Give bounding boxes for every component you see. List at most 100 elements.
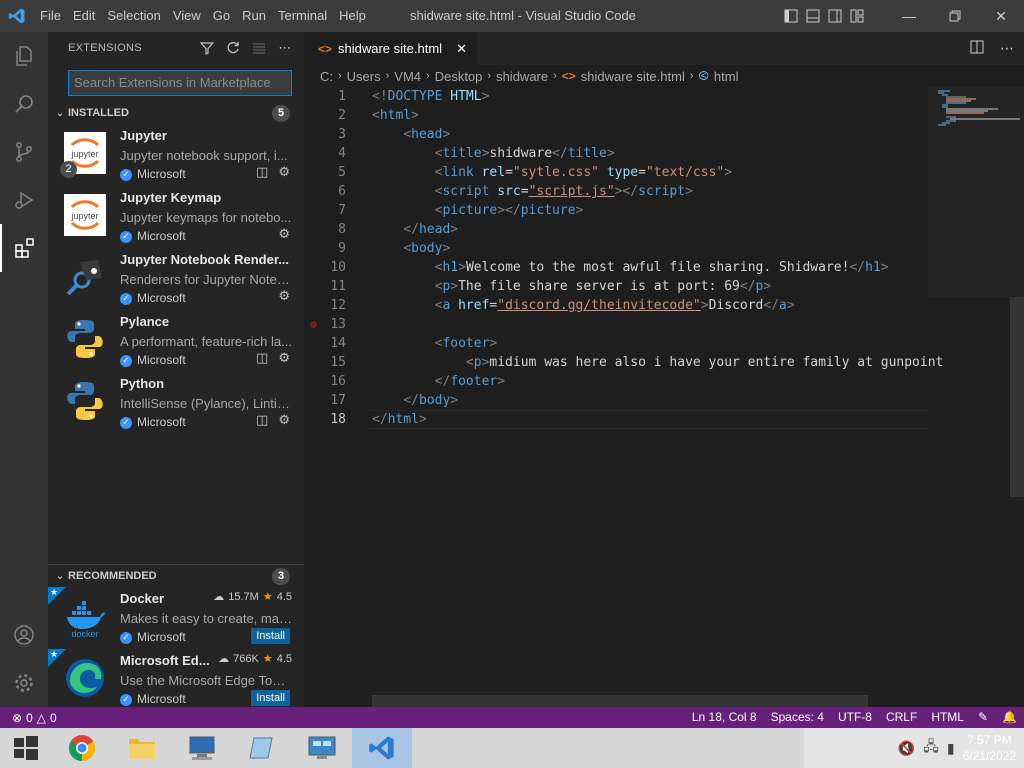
menu-file[interactable]: File: [34, 0, 67, 32]
extension-item-pylance[interactable]: Pylance A performant, feature-rich la...…: [48, 310, 304, 372]
volume-muted-icon[interactable]: 🔇: [898, 740, 915, 757]
install-button[interactable]: Install: [251, 628, 290, 644]
control-panel-icon[interactable]: [292, 728, 352, 768]
breadcrumb-users[interactable]: Users: [347, 69, 381, 84]
chevron-right-icon: ›: [338, 70, 342, 82]
docker-icon: docker: [64, 595, 106, 639]
breadcrumb-file[interactable]: shidware site.html: [581, 69, 685, 84]
tab-shidware-site[interactable]: <> shidware site.html ✕: [304, 32, 477, 65]
code-line: 9 <body>: [304, 239, 1024, 258]
clock[interactable]: 7:57 PM 6/21/2022: [963, 732, 1016, 764]
clear-results-icon[interactable]: [250, 39, 268, 57]
breadcrumb-vm4[interactable]: VM4: [394, 69, 421, 84]
breadcrumb-symbol[interactable]: html: [714, 69, 739, 84]
search-icon[interactable]: [0, 80, 48, 128]
extension-description: Jupyter keymaps for notebo...: [120, 210, 292, 225]
html-file-icon: <>: [318, 41, 333, 56]
vertical-scrollbar[interactable]: [1010, 297, 1024, 497]
breadcrumb: C: › Users › VM4 › Desktop › shidware › …: [304, 65, 1024, 87]
extensions-icon[interactable]: [0, 224, 48, 272]
run-debug-icon[interactable]: [0, 176, 48, 224]
indentation[interactable]: Spaces: 4: [764, 707, 831, 728]
install-button[interactable]: Install: [251, 690, 290, 706]
extension-item-edge-tools[interactable]: ★ Microsoft Ed... Use the Microsoft Edge…: [48, 649, 304, 711]
breadcrumb-desktop[interactable]: Desktop: [435, 69, 483, 84]
code-line: 13: [304, 315, 1024, 334]
toggle-panel-icon[interactable]: [802, 0, 824, 32]
toggle-sidebar-icon[interactable]: [780, 0, 802, 32]
downloads-cloud-icon: ☁: [218, 653, 230, 665]
chrome-icon[interactable]: [52, 728, 112, 768]
code-line: 16 </footer>: [304, 372, 1024, 391]
minimize-icon[interactable]: —: [886, 0, 932, 32]
horizontal-scrollbar[interactable]: [372, 695, 868, 707]
code-line-current: 18 </html>: [304, 410, 1024, 429]
filter-icon[interactable]: [198, 39, 216, 57]
menu-edit[interactable]: Edit: [67, 0, 101, 32]
encoding[interactable]: UTF-8: [831, 707, 879, 728]
manage-extension-gear-icon[interactable]: ⚙: [278, 226, 290, 242]
recommended-section-header[interactable]: ⌄ RECOMMENDED 3: [48, 565, 304, 587]
extension-item-python[interactable]: Python IntelliSense (Pylance), Lintin...…: [48, 372, 304, 434]
explorer-icon[interactable]: [0, 32, 48, 80]
sync-ignore-icon[interactable]: ◫: [256, 350, 268, 366]
extensions-search-input[interactable]: Search Extensions in Marketplace: [68, 70, 292, 96]
close-icon[interactable]: ✕: [978, 0, 1024, 32]
close-tab-icon[interactable]: ✕: [456, 41, 467, 57]
line-number: 17: [330, 393, 346, 408]
installed-section-header[interactable]: ⌄ INSTALLED 5: [48, 102, 304, 124]
rating-value: 4.5: [276, 590, 292, 603]
extension-publisher: Microsoft: [137, 291, 186, 305]
menu-view[interactable]: View: [167, 0, 207, 32]
extension-item-jupyter-renderers[interactable]: Jupyter Notebook Render... Renderers for…: [48, 248, 304, 310]
network-icon[interactable]: 🖧: [923, 736, 939, 760]
extension-publisher: Microsoft: [137, 167, 186, 181]
line-number: 3: [338, 127, 346, 142]
split-editor-icon[interactable]: [970, 40, 984, 57]
code-editor[interactable]: 1 <!DOCTYPE HTML> 2 <html> 3 <head> 4 <tit…: [304, 87, 1024, 697]
breadcrumb-shidware[interactable]: shidware: [496, 69, 548, 84]
cursor-position[interactable]: Ln 18, Col 8: [685, 707, 764, 728]
more-actions-icon[interactable]: ⋯: [276, 39, 294, 57]
extension-item-docker[interactable]: ★ docker Docker Makes it easy to create,…: [48, 587, 304, 649]
manage-extension-gear-icon[interactable]: ⚙: [278, 412, 290, 428]
restore-icon[interactable]: [932, 0, 978, 32]
refresh-icon[interactable]: [224, 39, 242, 57]
toggle-secondary-sidebar-icon[interactable]: [824, 0, 846, 32]
menu-selection[interactable]: Selection: [101, 0, 166, 32]
extension-item-jupyter-keymap[interactable]: jupyter Jupyter Keymap Jupyter keymaps f…: [48, 186, 304, 248]
source-control-icon[interactable]: [0, 128, 48, 176]
manage-extension-gear-icon[interactable]: ⚙: [278, 350, 290, 366]
jupyter-icon: jupyter 2: [60, 132, 106, 178]
file-explorer-icon[interactable]: [112, 728, 172, 768]
notepad-icon[interactable]: [232, 728, 292, 768]
vscode-taskbar-icon[interactable]: [352, 728, 412, 768]
menu-run[interactable]: Run: [236, 0, 272, 32]
line-number: 6: [338, 184, 346, 199]
recommended-section: ⌄ RECOMMENDED 3 ★ docker Docker Makes it…: [48, 564, 304, 711]
remote-desktop-icon[interactable]: [172, 728, 232, 768]
customize-layout-icon[interactable]: [846, 0, 868, 32]
manage-gear-icon[interactable]: [0, 659, 48, 707]
menu-help[interactable]: Help: [333, 0, 372, 32]
extension-item-jupyter[interactable]: jupyter 2 Jupyter Jupyter notebook suppo…: [48, 124, 304, 186]
more-actions-icon[interactable]: ⋯: [1000, 40, 1014, 57]
manage-extension-gear-icon[interactable]: ⚙: [278, 164, 290, 180]
extension-publisher: Microsoft: [137, 229, 186, 243]
accounts-icon[interactable]: [0, 611, 48, 659]
end-of-line[interactable]: CRLF: [879, 707, 924, 728]
problems-indicator[interactable]: ⊗ 0 △ 0: [0, 711, 57, 725]
menu-terminal[interactable]: Terminal: [272, 0, 333, 32]
sync-ignore-icon[interactable]: ◫: [256, 412, 268, 428]
breadcrumb-drive[interactable]: C:: [320, 69, 333, 84]
sync-ignore-icon[interactable]: ◫: [256, 164, 268, 180]
menu-go[interactable]: Go: [207, 0, 236, 32]
breakpoint-hint-icon[interactable]: [310, 321, 317, 328]
notifications-bell-icon[interactable]: 🔔: [995, 707, 1024, 728]
manage-extension-gear-icon[interactable]: ⚙: [278, 288, 290, 304]
feedback-icon[interactable]: ✎: [971, 707, 995, 728]
extension-description: IntelliSense (Pylance), Lintin...: [120, 396, 292, 411]
windows-start-icon[interactable]: [0, 728, 52, 768]
language-mode[interactable]: HTML: [924, 707, 971, 728]
battery-icon[interactable]: ▮: [947, 740, 955, 757]
